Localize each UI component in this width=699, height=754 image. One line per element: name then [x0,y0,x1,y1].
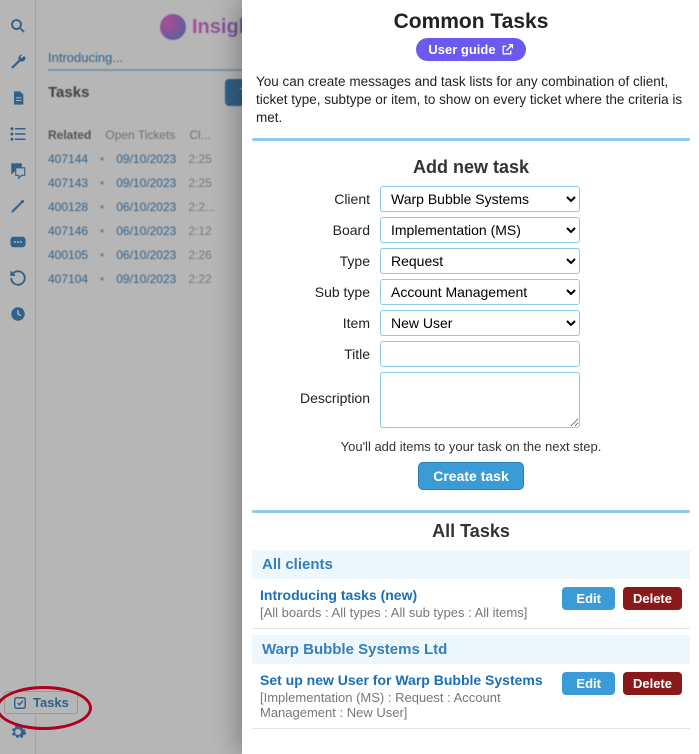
board-select[interactable]: Implementation (MS) [380,217,580,243]
label-description: Description [260,372,380,406]
user-guide-button[interactable]: User guide [416,38,525,61]
tasks-tab[interactable]: Tasks [4,691,78,714]
task-title-link[interactable]: Introducing tasks (new) [260,587,554,603]
edit-button[interactable]: Edit [562,587,615,610]
add-task-heading: Add new task [260,157,682,178]
list-icon[interactable] [4,120,32,148]
add-task-section: Add new task Client Warp Bubble Systems … [252,145,690,500]
add-task-hint: You'll add items to your task on the nex… [260,439,682,454]
subtype-select[interactable]: Account Management [380,279,580,305]
task-group-header: Warp Bubble Systems Ltd [252,635,690,664]
tasks-tab-container: Tasks [0,691,78,714]
chat-icon[interactable] [4,156,32,184]
task-group-header: All clients [252,550,690,579]
tab-open-tickets[interactable]: Open Tickets [105,128,175,142]
pen-icon[interactable] [4,192,32,220]
document-icon[interactable] [4,84,32,112]
tab-more[interactable]: Cl... [189,128,210,142]
task-row: Introducing tasks (new) [All boards : Al… [252,579,690,629]
clock-icon[interactable] [4,300,32,328]
all-tasks-heading: All Tasks [242,521,699,542]
task-title-link[interactable]: Set up new User for Warp Bubble Systems [260,672,554,688]
delete-button[interactable]: Delete [623,672,682,695]
title-input[interactable] [380,341,580,367]
modal-description: You can create messages and task lists f… [242,67,699,138]
history-icon[interactable] [4,264,32,292]
message-icon[interactable] [4,228,32,256]
left-sidebar [0,0,36,754]
search-icon[interactable] [4,12,32,40]
label-client: Client [260,191,380,207]
task-group-name: All clients [262,556,333,573]
item-select[interactable]: New User [380,310,580,336]
check-square-icon [13,696,27,710]
divider [252,510,690,513]
brand-mark-icon [160,14,186,40]
gear-icon[interactable] [4,718,32,746]
task-row: Set up new User for Warp Bubble Systems … [252,664,690,729]
label-item: Item [260,315,380,331]
modal-title: Common Tasks [254,10,688,34]
label-title: Title [260,346,380,362]
tab-related[interactable]: Related [48,128,91,142]
wrench-icon[interactable] [4,48,32,76]
task-meta: [All boards : All types : All sub types … [260,605,554,620]
page-title: Tasks [48,84,89,101]
divider [252,138,690,141]
label-board: Board [260,222,380,238]
description-textarea[interactable] [380,372,580,428]
client-select[interactable]: Warp Bubble Systems [380,186,580,212]
delete-button[interactable]: Delete [623,587,682,610]
task-meta: [Implementation (MS) : Request : Account… [260,690,554,720]
tasks-tab-label: Tasks [33,695,69,710]
edit-button[interactable]: Edit [562,672,615,695]
user-guide-label: User guide [428,42,495,57]
task-group-name: Warp Bubble Systems Ltd [262,641,447,658]
external-link-icon [501,43,514,56]
label-subtype: Sub type [260,284,380,300]
type-select[interactable]: Request [380,248,580,274]
label-type: Type [260,253,380,269]
common-tasks-panel: Common Tasks User guide You can create m… [242,0,699,754]
create-task-button[interactable]: Create task [418,462,524,490]
